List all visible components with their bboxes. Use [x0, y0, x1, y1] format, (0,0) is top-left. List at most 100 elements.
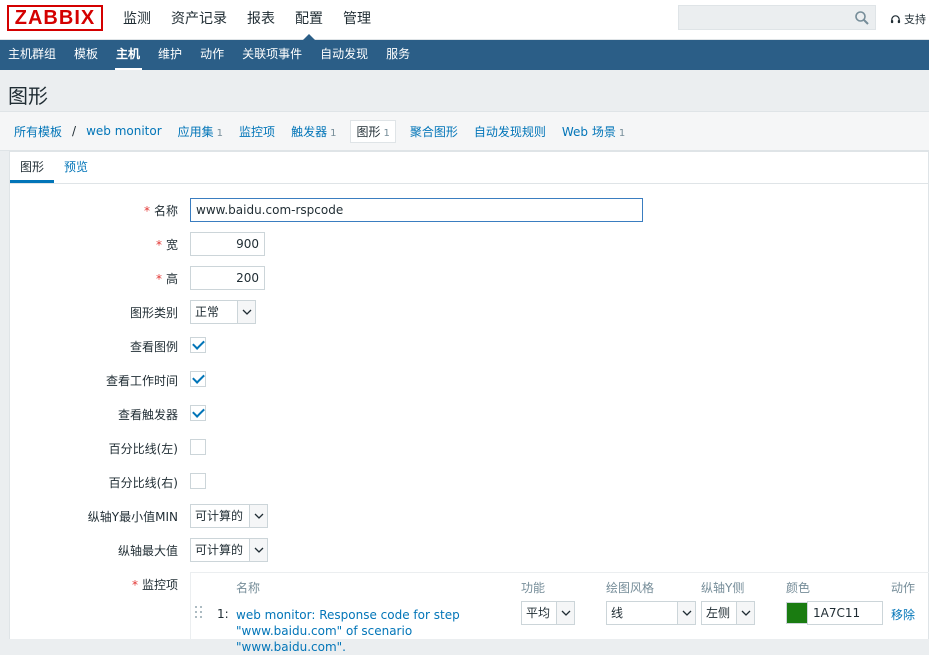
percentile-right-row: 百分比线(右) [10, 470, 928, 494]
nav-graphs-label: 图形 [356, 124, 381, 139]
ymin-select[interactable]: 可计算的 [190, 504, 268, 528]
width-input[interactable]: 900 [190, 232, 265, 256]
menu-administration[interactable]: 管理 [333, 0, 381, 40]
col-header-action: 动作 [891, 581, 916, 595]
nav-web-label: Web 场景 [561, 124, 616, 139]
submenu-maintenance[interactable]: 维护 [150, 40, 192, 70]
draw-style-value: 线 [611, 606, 624, 620]
drag-handle-icon[interactable] [195, 605, 203, 621]
required-marker: * [131, 578, 138, 592]
items-label: * 监控项 [131, 578, 178, 592]
nav-items-label: 监控项 [239, 124, 276, 139]
graph-type-select[interactable]: 正常 [190, 300, 256, 324]
chevron-down-icon [249, 505, 267, 527]
menu-monitoring[interactable]: 监测 [113, 0, 161, 40]
submenu-discovery[interactable]: 自动发现 [312, 40, 378, 70]
chevron-down-icon [556, 602, 574, 624]
top-bar: ZABBIX 监测 资产记录 报表 配置 管理 支持 [0, 0, 929, 41]
nav-screens-label: 聚合图形 [409, 124, 458, 139]
ymax-label: 纵轴最大值 [117, 544, 178, 558]
show-legend-row: 查看图例 [10, 334, 928, 358]
search-icon[interactable] [854, 10, 870, 26]
submenu-correlation[interactable]: 关联项事件 [234, 40, 312, 70]
submenu-services[interactable]: 服务 [378, 40, 420, 70]
support-link[interactable]: 支持 [890, 11, 926, 27]
zabbix-logo[interactable]: ZABBIX [7, 5, 103, 31]
support-label: 支持 [904, 13, 926, 26]
submenu-templates[interactable]: 模板 [66, 40, 108, 70]
ymin-value: 可计算的 [195, 509, 244, 523]
nav-discovery-label: 自动发现规则 [473, 124, 546, 139]
nav-applications[interactable]: 应用集 1 [170, 123, 231, 140]
color-input[interactable]: 1A7C11 [807, 601, 883, 625]
name-row: * 名称 www.baidu.com-rspcode [10, 198, 928, 222]
submenu-actions[interactable]: 动作 [192, 40, 234, 70]
col-header-name: 名称 [236, 581, 261, 595]
chevron-down-icon [677, 602, 695, 624]
ymax-select[interactable]: 可计算的 [190, 538, 268, 562]
item-name-line1: web monitor: Response code for step [236, 608, 460, 622]
graph-type-label: 图形类别 [129, 306, 178, 320]
page-title: 图形 [8, 84, 48, 108]
nav-web-scenarios[interactable]: Web 场景 1 [554, 123, 633, 140]
graph-items-table: 名称 功能 绘图风格 纵轴Y侧 颜色 动作 1: web monitor: Re… [190, 572, 929, 654]
headset-icon [890, 14, 901, 23]
item-name-link[interactable]: web monitor: Response code for step "www… [236, 607, 516, 655]
function-value: 平均 [526, 606, 551, 620]
item-name-line2: "www.baidu.com" of scenario "www.baidu.c… [236, 624, 413, 654]
menu-inventory[interactable]: 资产记录 [161, 0, 237, 40]
show-legend-label: 查看图例 [129, 340, 178, 354]
nav-screens[interactable]: 聚合图形 [402, 123, 466, 140]
col-header-function: 功能 [521, 581, 546, 595]
form-tabs: 图形 预览 [10, 152, 928, 184]
nav-graphs[interactable]: 图形 1 [350, 119, 396, 143]
nav-applications-label: 应用集 [177, 124, 214, 139]
show-work-period-label: 查看工作时间 [105, 374, 178, 388]
breadcrumb-all-templates[interactable]: 所有模板 [6, 123, 70, 140]
breadcrumb-host[interactable]: web monitor [78, 124, 170, 138]
percentile-left-checkbox[interactable] [190, 439, 206, 455]
nav-graphs-count: 1 [383, 127, 390, 139]
sub-menu: 主机群组 模板 主机 维护 动作 关联项事件 自动发现 服务 [0, 40, 929, 70]
ymin-label: 纵轴Y最小值MIN [87, 510, 178, 524]
nav-triggers-count: 1 [330, 127, 337, 139]
percentile-left-label: 百分比线(左) [108, 442, 178, 456]
draw-style-select[interactable]: 线 [606, 601, 696, 625]
percentile-left-row: 百分比线(左) [10, 436, 928, 460]
show-work-period-checkbox[interactable] [190, 371, 206, 387]
color-swatch[interactable] [786, 602, 808, 624]
menu-reports[interactable]: 报表 [237, 0, 285, 40]
show-work-period-row: 查看工作时间 [10, 368, 928, 392]
graph-type-value: 正常 [195, 305, 220, 319]
show-triggers-checkbox[interactable] [190, 405, 206, 421]
tab-preview[interactable]: 预览 [54, 152, 98, 183]
required-marker: * [155, 238, 162, 252]
tab-graph[interactable]: 图形 [10, 152, 55, 183]
search-input[interactable] [678, 5, 876, 30]
height-input[interactable]: 200 [190, 266, 265, 290]
show-legend-checkbox[interactable] [190, 337, 206, 353]
percentile-right-label: 百分比线(右) [108, 476, 178, 490]
submenu-hosts[interactable]: 主机 [108, 40, 150, 70]
show-triggers-row: 查看触发器 [10, 402, 928, 426]
submenu-host-groups[interactable]: 主机群组 [0, 40, 66, 70]
remove-item-link[interactable]: 移除 [891, 606, 915, 623]
graph-type-row: 图形类别 正常 [10, 300, 928, 324]
ymax-value: 可计算的 [195, 543, 244, 557]
col-header-y-axis: 纵轴Y侧 [701, 581, 745, 595]
nav-triggers[interactable]: 触发器 1 [283, 123, 344, 140]
name-input[interactable]: www.baidu.com-rspcode [190, 198, 643, 222]
height-row: * 高 200 [10, 266, 928, 290]
breadcrumb: 所有模板 / web monitor 应用集 1 监控项 触发器 1 图形 1 聚合图… [0, 111, 929, 151]
table-row: 1: web monitor: Response code for step "… [191, 601, 929, 654]
row-index: 1: [217, 607, 229, 621]
chevron-down-icon [249, 539, 267, 561]
graph-form-panel: 图形 预览 * 名称 www.baidu.com-rspcode * 宽 900 *… [9, 151, 929, 654]
percentile-right-checkbox[interactable] [190, 473, 206, 489]
nav-items[interactable]: 监控项 [231, 123, 283, 140]
ymax-row: 纵轴最大值 可计算的 [10, 538, 928, 562]
y-axis-select[interactable]: 左侧 [701, 601, 755, 625]
menu-configuration[interactable]: 配置 [285, 0, 333, 41]
nav-discovery-rules[interactable]: 自动发现规则 [466, 123, 554, 140]
function-select[interactable]: 平均 [521, 601, 575, 625]
